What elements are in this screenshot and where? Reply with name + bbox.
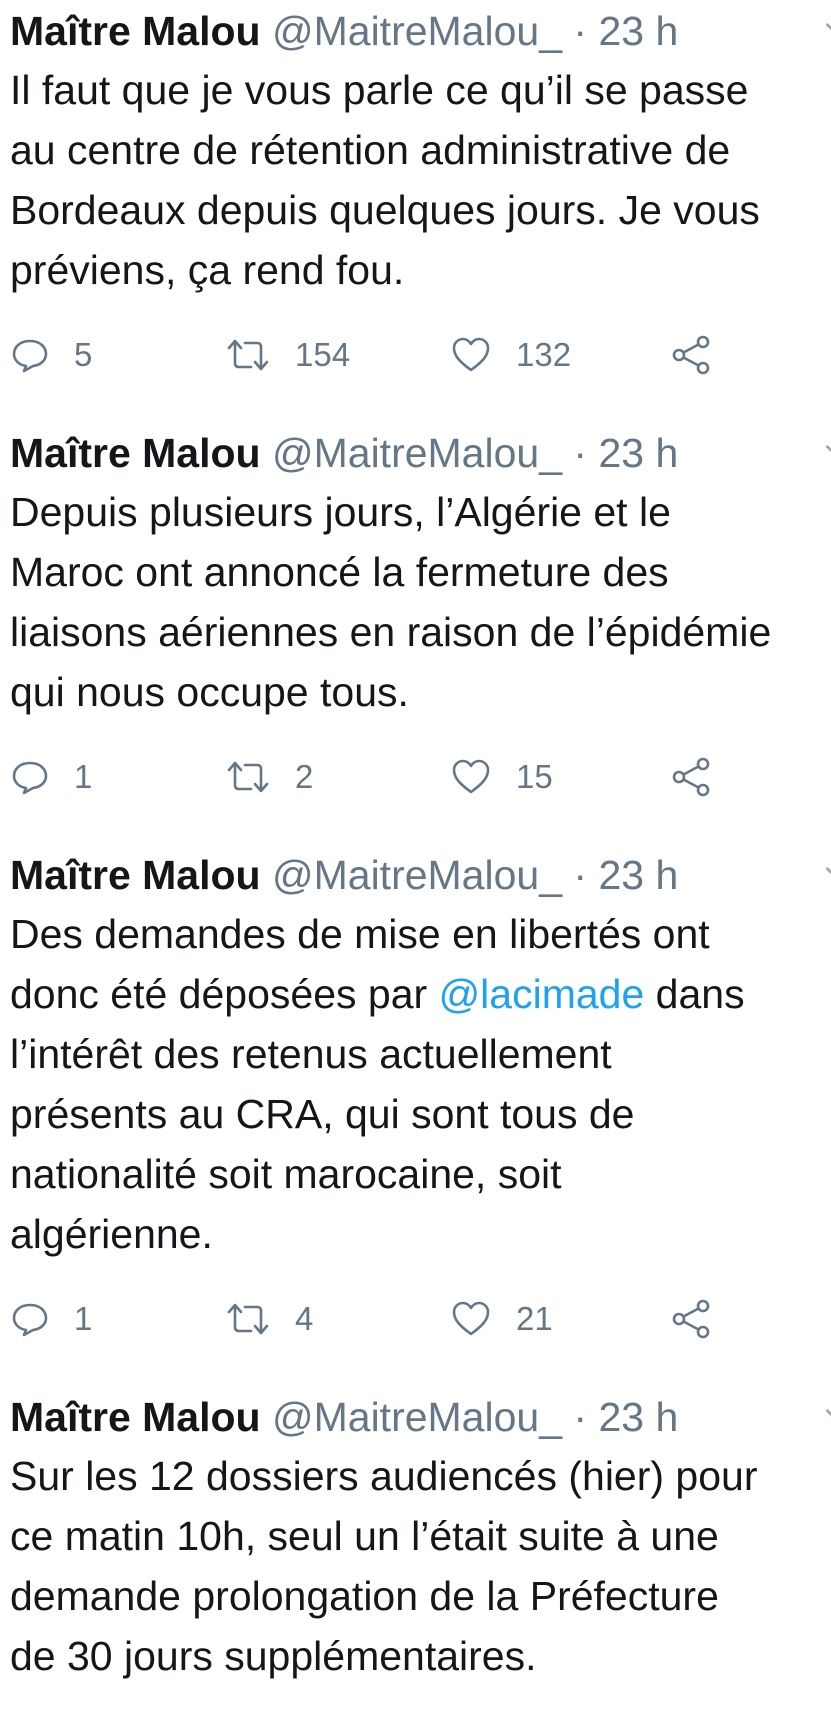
tweet-text-line: Bordeaux depuis quelques jours. Je vous <box>10 187 760 233</box>
tweet-header: Maître Malou @MaitreMalou_ · 23 h <box>10 846 831 904</box>
tweet-text-line: Des demandes de mise en libertés ont <box>10 911 710 957</box>
tweet-text: Sur les 12 dossiers audiencés (hier) pou… <box>10 1446 831 1686</box>
heart-icon <box>452 1301 490 1336</box>
mention-link[interactable]: @lacimade <box>439 971 645 1017</box>
retweet-button[interactable]: 4 <box>225 1284 313 1354</box>
retweet-button[interactable]: 154 <box>225 320 350 390</box>
tweet-text-line: demande prolongation de la Préfecture <box>10 1573 719 1619</box>
author-handle[interactable]: @MaitreMalou_ <box>272 8 562 54</box>
share-icon <box>672 335 710 375</box>
tweet[interactable]: Maître Malou @MaitreMalou_ · 23 h Sur le… <box>10 1388 831 1686</box>
tweet-text: Des demandes de mise en libertés ont don… <box>10 904 831 1264</box>
author-handle[interactable]: @MaitreMalou_ <box>272 852 562 898</box>
like-count: 132 <box>516 336 572 373</box>
chevron-down-icon[interactable] <box>823 16 831 42</box>
separator: · <box>573 1394 588 1440</box>
tweet-text-fragment: donc été déposées par <box>10 971 428 1017</box>
reply-icon <box>12 761 48 795</box>
tweet-text: Il faut que je vous parle ce qu’il se pa… <box>10 60 831 300</box>
like-button[interactable]: 21 <box>450 1284 553 1354</box>
tweet-text-line: Depuis plusieurs jours, l’Algérie et le <box>10 489 671 535</box>
like-count: 21 <box>516 1300 553 1337</box>
tweet-text-line: qui nous occupe tous. <box>10 669 409 715</box>
separator: · <box>573 852 588 898</box>
tweet-text-line: présents au CRA, qui sont tous de <box>10 1091 635 1137</box>
reply-button[interactable]: 5 <box>10 320 92 390</box>
share-button[interactable] <box>670 742 712 812</box>
reply-button[interactable]: 1 <box>10 1284 92 1354</box>
share-icon <box>672 757 710 797</box>
tweet-header: Maître Malou @MaitreMalou_ · 23 h <box>10 2 831 60</box>
separator: · <box>573 430 588 476</box>
reply-count: 5 <box>74 336 93 373</box>
retweet-icon <box>227 1303 269 1335</box>
tweet-text-line: préviens, ça rend fou. <box>10 247 405 293</box>
timestamp[interactable]: 23 h <box>598 1394 678 1440</box>
reply-icon <box>12 1303 48 1337</box>
tweet-header: Maître Malou @MaitreMalou_ · 23 h <box>10 1388 831 1446</box>
author-name[interactable]: Maître Malou <box>10 852 261 898</box>
like-button[interactable]: 132 <box>450 320 571 390</box>
tweet-text-line: Sur les 12 dossiers audiencés (hier) pou… <box>10 1453 758 1499</box>
author-name[interactable]: Maître Malou <box>10 1394 261 1440</box>
tweet-thread: Maître Malou @MaitreMalou_ · 23 h Il fau… <box>0 0 831 1731</box>
tweet-text-line: de 30 jours supplémentaires. <box>10 1633 537 1679</box>
retweet-count: 2 <box>295 758 314 795</box>
tweet-actions: 5 154 132 <box>10 320 831 390</box>
separator: · <box>573 8 588 54</box>
retweet-icon <box>227 761 269 793</box>
share-button[interactable] <box>670 320 712 390</box>
tweet-text-line: nationalité soit marocaine, soit <box>10 1151 562 1197</box>
retweet-button[interactable]: 2 <box>225 742 313 812</box>
tweet-text-line: algérienne. <box>10 1211 213 1257</box>
tweet[interactable]: Maître Malou @MaitreMalou_ · 23 h Il fau… <box>10 2 831 390</box>
author-name[interactable]: Maître Malou <box>10 430 261 476</box>
like-count: 15 <box>516 758 553 795</box>
author-handle[interactable]: @MaitreMalou_ <box>272 1394 562 1440</box>
chevron-down-icon[interactable] <box>823 438 831 464</box>
reply-count: 1 <box>74 758 93 795</box>
share-icon <box>672 1299 710 1339</box>
tweet-text-fragment: dans <box>655 971 745 1017</box>
tweet[interactable]: Maître Malou @MaitreMalou_ · 23 h Depuis… <box>10 424 831 812</box>
tweet-text-line: Il faut que je vous parle ce qu’il se pa… <box>10 67 749 113</box>
tweet-actions: 1 4 21 <box>10 1284 831 1354</box>
reply-count: 1 <box>74 1300 93 1337</box>
retweet-icon <box>227 339 269 371</box>
reply-button[interactable]: 1 <box>10 742 92 812</box>
tweet-text: Depuis plusieurs jours, l’Algérie et le … <box>10 482 831 722</box>
heart-icon <box>452 759 490 794</box>
tweet-text-line: au centre de rétention administrative de <box>10 127 731 173</box>
retweet-count: 4 <box>295 1300 314 1337</box>
timestamp[interactable]: 23 h <box>598 430 678 476</box>
like-button[interactable]: 15 <box>450 742 553 812</box>
timestamp[interactable]: 23 h <box>598 852 678 898</box>
tweet-header: Maître Malou @MaitreMalou_ · 23 h <box>10 424 831 482</box>
chevron-down-icon[interactable] <box>823 860 831 886</box>
share-button[interactable] <box>670 1284 712 1354</box>
author-handle[interactable]: @MaitreMalou_ <box>272 430 562 476</box>
tweet-actions: 1 2 15 <box>10 742 831 812</box>
tweet[interactable]: Maître Malou @MaitreMalou_ · 23 h Des de… <box>10 846 831 1354</box>
author-name[interactable]: Maître Malou <box>10 8 261 54</box>
heart-icon <box>452 337 490 372</box>
tweet-text-line: donc été déposées par @lacimade dans <box>10 964 831 1024</box>
tweet-text-line: Maroc ont annoncé la fermeture des <box>10 549 669 595</box>
tweet-text-line: liaisons aériennes en raison de l’épidém… <box>10 609 772 655</box>
chevron-down-icon[interactable] <box>823 1402 831 1428</box>
retweet-count: 154 <box>295 336 351 373</box>
reply-icon <box>12 339 48 373</box>
tweet-text-line: ce matin 10h, seul un l’était suite à un… <box>10 1513 719 1559</box>
tweet-text-line: l’intérêt des retenus actuellement <box>10 1031 612 1077</box>
timestamp[interactable]: 23 h <box>598 8 678 54</box>
